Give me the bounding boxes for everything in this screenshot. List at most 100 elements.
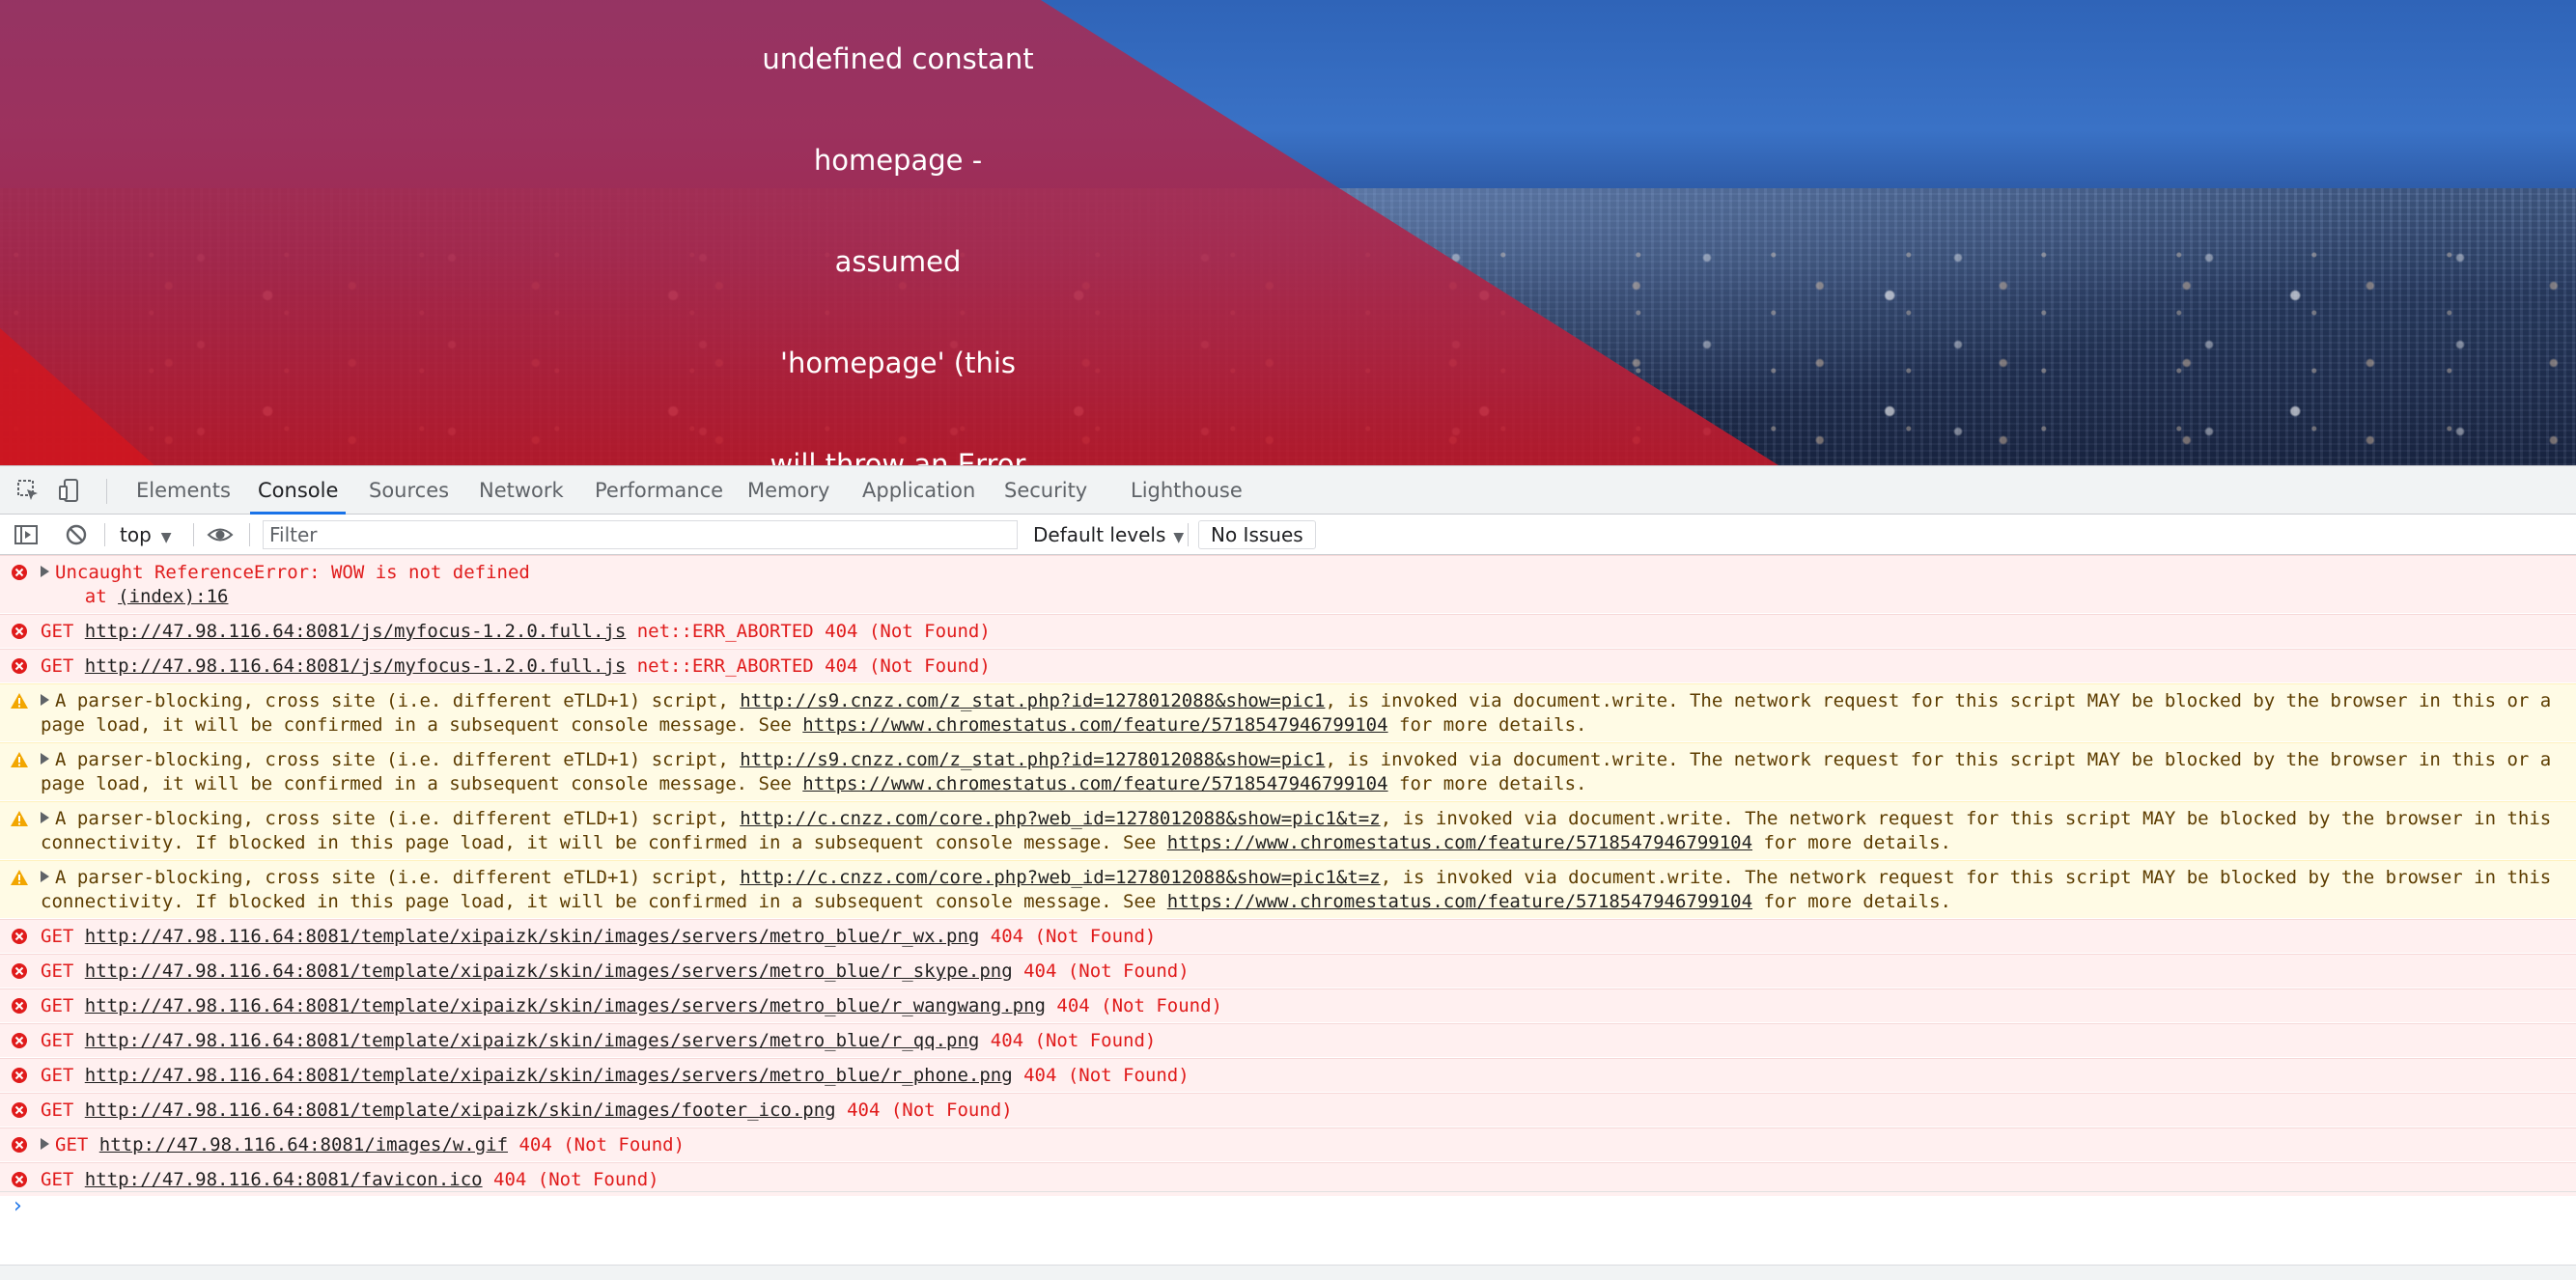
message-link[interactable]: http://47.98.116.64:8081/favicon.ico [85,1169,483,1190]
message-link[interactable]: http://47.98.116.64:8081/template/xipaiz… [85,1030,980,1051]
message-link[interactable]: http://47.98.116.64:8081/template/xipaiz… [85,926,980,947]
tab-application[interactable]: Application [862,466,975,515]
expand-triangle-icon[interactable] [41,871,49,882]
error-icon [10,563,29,582]
console-messages: Uncaught ReferenceError: WOW is not defi… [0,555,2576,1231]
console-error-message[interactable]: GET http://47.98.116.64:8081/template/xi… [0,954,2576,988]
error-icon [10,1135,29,1155]
message-line: connectivity. If blocked in this page lo… [41,890,2551,914]
console-error-message[interactable]: GET http://47.98.116.64:8081/template/xi… [0,919,2576,953]
message-link[interactable]: http://47.98.116.64:8081/images/w.gif [99,1134,508,1155]
live-expression-icon[interactable] [207,522,234,547]
heading-line: 'homepage' (this [779,347,1017,379]
console-error-message[interactable]: GET http://47.98.116.64:8081/template/xi… [0,988,2576,1022]
console-error-message[interactable]: GET http://47.98.116.64:8081/template/xi… [0,1023,2576,1057]
console-error-message[interactable]: GET http://47.98.116.64:8081/js/myfocus-… [0,649,2576,682]
issues-button[interactable]: No Issues [1198,520,1316,549]
console-error-message[interactable]: GET http://47.98.116.64:8081/js/myfocus-… [0,614,2576,648]
message-link[interactable]: https://www.chromestatus.com/feature/571… [1167,832,1752,853]
context-selector-label: top [120,523,152,546]
message-text: , is invoked via document.write. The net… [1380,808,2552,829]
message-text: GET [41,926,85,947]
message-link[interactable]: https://www.chromestatus.com/feature/571… [802,714,1387,736]
console-error-message[interactable]: Uncaught ReferenceError: WOW is not defi… [0,555,2576,613]
message-link[interactable]: http://47.98.116.64:8081/js/myfocus-1.2.… [85,621,627,642]
message-link[interactable]: http://c.cnzz.com/core.php?web_id=127801… [740,808,1380,829]
expand-triangle-icon[interactable] [41,1138,49,1150]
message-line: GET http://47.98.116.64:8081/template/xi… [41,994,1222,1018]
clear-console-icon[interactable] [64,522,89,547]
console-warning-message[interactable]: A parser-blocking, cross site (i.e. diff… [0,801,2576,859]
inspect-element-icon[interactable] [15,478,41,503]
toolbar-divider [193,523,194,546]
message-text: 404 (Not Found) [979,926,1157,947]
message-link[interactable]: http://47.98.116.64:8081/template/xipaiz… [85,960,1013,982]
message-text: A parser-blocking, cross site (i.e. diff… [55,749,741,770]
message-line: GET http://47.98.116.64:8081/template/xi… [41,1029,1156,1053]
console-error-message[interactable]: GET http://47.98.116.64:8081/images/w.gi… [0,1127,2576,1161]
tab-network[interactable]: Network [479,466,564,515]
tab-console[interactable]: Console [249,466,347,515]
tab-elements[interactable]: Elements [136,466,231,515]
message-text: , is invoked via document.write. The net… [1325,749,2552,770]
message-link[interactable]: http://47.98.116.64:8081/js/myfocus-1.2.… [85,655,627,677]
log-levels-dropdown[interactable]: Default levels ▼ [1033,515,1184,555]
console-warning-message[interactable]: A parser-blocking, cross site (i.e. diff… [0,683,2576,741]
log-levels-label: Default levels [1033,523,1166,546]
heading-line: assumed [834,245,962,278]
message-text: 404 (Not Found) [1012,960,1190,982]
toolbar-divider [1188,523,1189,546]
message-line: A parser-blocking, cross site (i.e. diff… [41,748,2551,772]
devtools-bottom-bar [0,1265,2576,1280]
expand-triangle-icon[interactable] [41,694,49,706]
message-link[interactable]: http://47.98.116.64:8081/template/xipaiz… [85,1099,836,1121]
message-text: GET [41,1099,85,1121]
message-line: A parser-blocking, cross site (i.e. diff… [41,689,2551,713]
console-warning-message[interactable]: A parser-blocking, cross site (i.e. diff… [0,742,2576,800]
console-warning-message[interactable]: A parser-blocking, cross site (i.e. diff… [0,860,2576,918]
message-text: net::ERR_ABORTED 404 (Not Found) [626,621,991,642]
warning-icon [10,809,29,828]
message-text: 404 (Not Found) [508,1134,686,1155]
device-toolbar-icon[interactable] [58,478,83,503]
message-link[interactable]: http://s9.cnzz.com/z_stat.php?id=1278012… [740,749,1325,770]
error-icon [10,622,29,641]
tab-memory[interactable]: Memory [747,466,829,515]
tab-sources[interactable]: Sources [369,466,449,515]
tab-security[interactable]: Security [1004,466,1087,515]
message-link[interactable]: (index):16 [118,586,228,607]
console-toolbar: top ▼ Default levels ▼ No Issues [0,515,2576,555]
devtools-panel: Elements Console Sources Network Perform… [0,465,2576,1280]
message-text: A parser-blocking, cross site (i.e. diff… [55,867,741,888]
message-line: GET http://47.98.116.64:8081/template/xi… [41,925,1156,949]
context-selector[interactable]: top ▼ [120,515,172,555]
message-text: A parser-blocking, cross site (i.e. diff… [55,808,741,829]
message-text: net::ERR_ABORTED 404 (Not Found) [626,655,991,677]
tab-performance[interactable]: Performance [595,466,723,515]
expand-triangle-icon[interactable] [41,566,49,577]
console-error-message[interactable]: GET http://47.98.116.64:8081/template/xi… [0,1093,2576,1127]
message-text: , is invoked via document.write. The net… [1380,867,2552,888]
show-sidebar-icon[interactable] [14,522,39,547]
message-link[interactable]: http://s9.cnzz.com/z_stat.php?id=1278012… [740,690,1325,711]
console-filter-input[interactable] [263,520,1018,549]
message-link[interactable]: http://47.98.116.64:8081/template/xipaiz… [85,995,1046,1016]
warning-icon [10,868,29,887]
console-error-message[interactable]: GET http://47.98.116.64:8081/template/xi… [0,1058,2576,1092]
expand-triangle-icon[interactable] [41,753,49,765]
message-text: for more details. [1752,832,1951,853]
message-link[interactable]: http://47.98.116.64:8081/template/xipaiz… [85,1065,1013,1086]
message-link[interactable]: http://c.cnzz.com/core.php?web_id=127801… [740,867,1380,888]
message-link[interactable]: https://www.chromestatus.com/feature/571… [802,773,1387,794]
warning-icon [10,750,29,769]
message-text: connectivity. If blocked in this page lo… [41,832,1167,853]
toolbar-divider [249,523,250,546]
message-text: page load, it will be confirmed in a sub… [41,773,803,794]
console-prompt[interactable]: › [0,1191,2576,1220]
error-icon [10,656,29,676]
message-link[interactable]: https://www.chromestatus.com/feature/571… [1167,891,1752,912]
tab-lighthouse[interactable]: Lighthouse [1131,466,1243,515]
error-icon [10,1066,29,1085]
error-icon [10,1031,29,1050]
expand-triangle-icon[interactable] [41,812,49,823]
